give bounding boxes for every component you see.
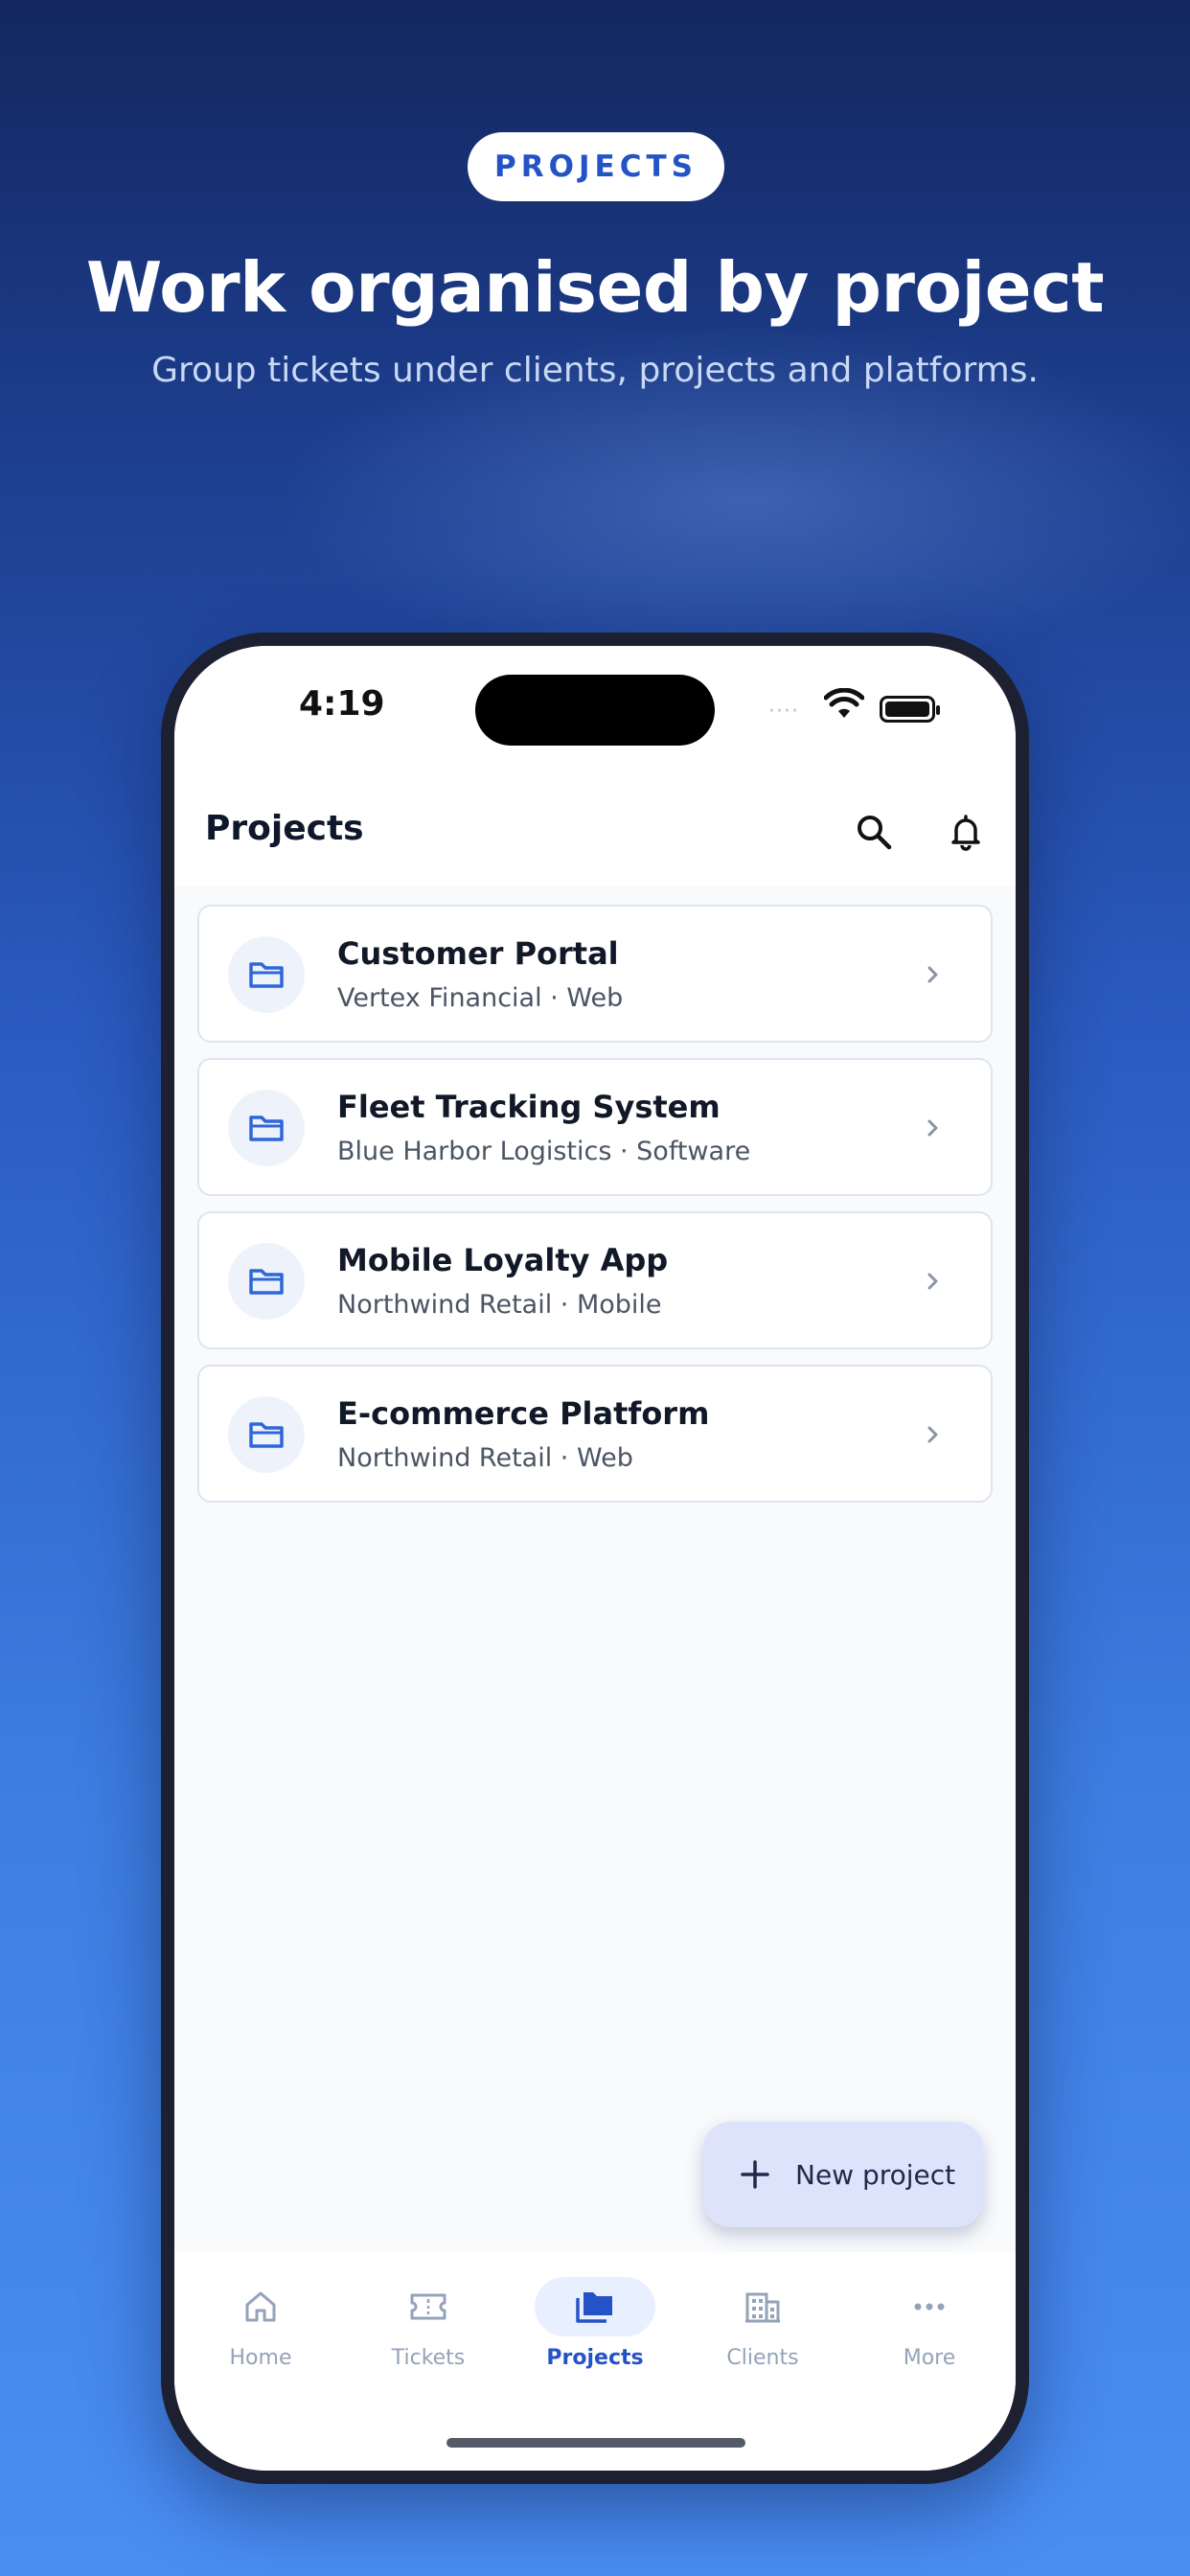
tab-label: Tickets	[391, 2346, 466, 2370]
building-icon	[745, 2292, 780, 2323]
search-icon	[858, 816, 892, 850]
tab-tickets[interactable]: Tickets	[344, 2277, 513, 2382]
new-project-label: New project	[795, 2158, 956, 2191]
dynamic-island	[475, 675, 715, 746]
project-name: Customer Portal	[337, 935, 619, 972]
project-meta: Vertex Financial · Web	[337, 983, 624, 1013]
ticket-icon	[410, 2293, 446, 2320]
project-card[interactable]: E-commerce Platform Northwind Retail · W…	[197, 1365, 993, 1503]
tab-label: Clients	[726, 2346, 799, 2370]
tab-projects[interactable]: Projects	[511, 2277, 679, 2382]
project-meta: Blue Harbor Logistics · Software	[337, 1137, 751, 1166]
folder-icon	[228, 1396, 305, 1473]
project-card[interactable]: Customer Portal Vertex Financial · Web	[197, 905, 993, 1043]
phone-screen: 4:19 ···· Projects Customer Portal Verte…	[174, 646, 1016, 2471]
project-list: Customer Portal Vertex Financial · Web F…	[197, 905, 993, 1518]
chevron-right-icon	[924, 1267, 943, 1300]
new-project-button[interactable]: New project	[703, 2122, 983, 2227]
project-name: Fleet Tracking System	[337, 1089, 721, 1125]
plus-icon	[741, 2160, 769, 2189]
chevron-right-icon	[924, 1420, 943, 1453]
status-time: 4:19	[299, 684, 385, 724]
project-meta: Northwind Retail · Mobile	[337, 1290, 662, 1320]
tab-more[interactable]: More	[845, 2277, 1014, 2382]
tab-label: More	[903, 2346, 956, 2370]
home-icon	[245, 2291, 276, 2322]
folder-icon	[228, 1243, 305, 1320]
chevron-right-icon	[924, 960, 943, 993]
tab-label: Home	[229, 2346, 292, 2370]
section-badge: PROJECTS	[468, 132, 724, 201]
tab-label: Projects	[546, 2346, 644, 2370]
home-indicator[interactable]	[446, 2438, 745, 2448]
bottom-tab-bar: Home Tickets Projects Clients More	[174, 2252, 1016, 2471]
project-meta: Northwind Retail · Web	[337, 1443, 633, 1473]
wifi-icon	[823, 687, 865, 724]
project-card[interactable]: Fleet Tracking System Blue Harbor Logist…	[197, 1058, 993, 1196]
promo-headline: Work organised by project	[85, 247, 1105, 328]
promo-subhead: Group tickets under clients, projects an…	[151, 351, 1039, 390]
tab-clients[interactable]: Clients	[678, 2277, 847, 2382]
notifications-button[interactable]	[937, 803, 995, 861]
more-icon	[914, 2303, 945, 2311]
folder-icon	[228, 936, 305, 1013]
project-name: E-commerce Platform	[337, 1395, 710, 1432]
tab-home[interactable]: Home	[176, 2277, 345, 2382]
search-button[interactable]	[845, 803, 903, 861]
phone-frame: 4:19 ···· Projects Customer Portal Verte…	[161, 632, 1029, 2484]
battery-icon	[880, 696, 940, 723]
project-card[interactable]: Mobile Loyalty App Northwind Retail · Mo…	[197, 1211, 993, 1349]
page-title: Projects	[205, 809, 364, 848]
bell-icon	[951, 815, 980, 851]
chevron-right-icon	[924, 1114, 943, 1146]
project-name: Mobile Loyalty App	[337, 1242, 669, 1278]
folder-stack-icon	[576, 2292, 612, 2323]
app-bar: Projects	[174, 780, 1016, 886]
folder-icon	[228, 1090, 305, 1166]
status-bar: 4:19 ····	[174, 646, 1016, 780]
signal-icon: ····	[768, 700, 799, 724]
